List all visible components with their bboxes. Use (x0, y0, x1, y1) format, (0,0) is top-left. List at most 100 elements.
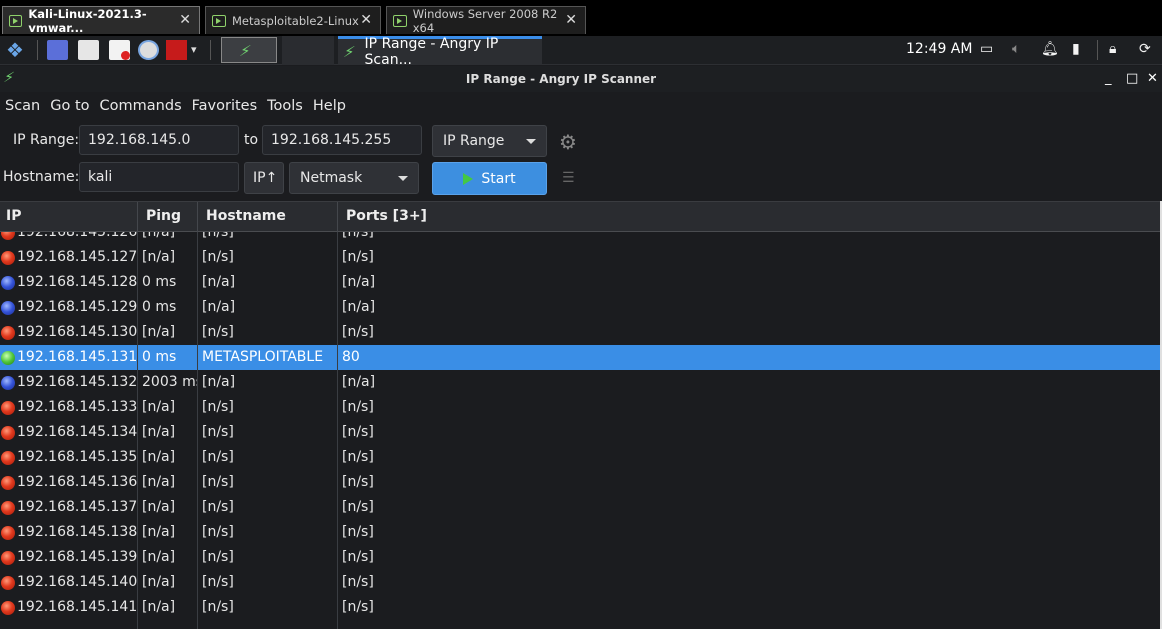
workspace-button[interactable]: ⚡ (221, 37, 277, 63)
cell-ip: 192.168.145.133 (17, 399, 137, 415)
cell-ping: [n/a] (142, 324, 176, 340)
menu-goto[interactable]: Go to (45, 94, 89, 120)
close-icon[interactable]: ✕ (360, 12, 372, 28)
table-row[interactable]: 192.168.145.127 [n/a] [n/s] [n/s] (0, 245, 1162, 270)
chevron-down-icon[interactable]: ▾ (191, 40, 201, 60)
menu-commands[interactable]: Commands (95, 94, 182, 120)
list-icon[interactable]: ☰ (562, 170, 575, 186)
table-row[interactable]: 192.168.145.131 0 ms METASPLOITABLE 80 (0, 345, 1162, 370)
battery-icon[interactable]: ▮ (1072, 41, 1080, 57)
lock-icon[interactable]: 🔒︎ (1109, 41, 1116, 57)
bell-icon[interactable]: 🔔︎ (1041, 41, 1059, 57)
cell-ports: [n/s] (342, 449, 374, 465)
status-red-icon (1, 426, 15, 440)
cell-hostname: METASPLOITABLE (202, 349, 324, 365)
cell-ip: 192.168.145.132 (17, 374, 137, 390)
table-row[interactable]: 192.168.145.138 [n/a] [n/s] [n/s] (0, 520, 1162, 545)
cell-ports: [n/s] (342, 574, 374, 590)
table-row[interactable]: 192.168.145.139 [n/a] [n/s] [n/s] (0, 545, 1162, 570)
column-header-ports[interactable]: Ports [3+] (346, 208, 427, 224)
ip-start-input[interactable]: 192.168.145.0 (79, 125, 239, 155)
cell-hostname: [n/s] (202, 324, 234, 340)
table-row[interactable]: 192.168.145.132 2003 ms [n/a] [n/a] (0, 370, 1162, 395)
maximize-button[interactable]: □ (1126, 71, 1138, 86)
menu-favorites[interactable]: Favorites (187, 94, 258, 120)
cell-ping: 2003 ms (142, 374, 197, 390)
vm-tab-metasploitable[interactable]: Metasploitable2-Linux ✕ (205, 6, 381, 34)
play-icon (463, 172, 474, 185)
cell-ip: 192.168.145.137 (17, 499, 137, 515)
file-manager-icon[interactable] (78, 40, 99, 60)
cell-hostname: [n/a] (202, 374, 236, 390)
cell-hostname: [n/a] (202, 299, 236, 315)
column-divider[interactable] (137, 202, 138, 232)
vm-tab-windows[interactable]: Windows Server 2008 R2 x64 ✕ (386, 6, 586, 35)
close-button[interactable]: ✕ (1147, 71, 1158, 86)
cell-ping: [n/a] (142, 549, 176, 565)
panel-separator (210, 40, 211, 60)
status-red-icon (1, 326, 15, 340)
table-row[interactable]: 192.168.145.128 0 ms [n/a] [n/a] (0, 270, 1162, 295)
cell-ping: [n/a] (142, 249, 176, 265)
web-browser-icon[interactable] (138, 40, 159, 60)
clock[interactable]: 12:49 AM (906, 41, 972, 57)
cell-ping: 0 ms (142, 299, 177, 315)
table-row[interactable]: 192.168.145.137 [n/a] [n/s] [n/s] (0, 495, 1162, 520)
table-row[interactable]: 192.168.145.130 [n/a] [n/s] [n/s] (0, 320, 1162, 345)
cell-ports: [n/s] (342, 324, 374, 340)
table-row[interactable]: 192.168.145.126 [n/a] [n/s] [n/s] (0, 232, 1162, 245)
table-row[interactable]: 192.168.145.134 [n/a] [n/s] [n/s] (0, 420, 1162, 445)
column-divider[interactable] (197, 202, 198, 232)
taskbar-window-label: IP Range - Angry IP Scan... (364, 36, 499, 68)
show-desktop-icon[interactable] (47, 40, 68, 60)
column-header-ping[interactable]: Ping (146, 208, 181, 224)
netmask-select[interactable]: Netmask (289, 162, 419, 194)
cell-ping: [n/a] (142, 232, 176, 240)
table-row[interactable]: 192.168.145.129 0 ms [n/a] [n/a] (0, 295, 1162, 320)
vm-tab-kali[interactable]: Kali-Linux-2021.3-vmwar... ✕ (2, 6, 200, 35)
taskbar-window-angry-ip[interactable]: ⚡ IP Range - Angry IP Scan... (338, 36, 542, 68)
status-red-icon (1, 526, 15, 540)
hostname-input[interactable]: kali (79, 162, 239, 192)
close-icon[interactable]: ✕ (179, 12, 191, 28)
menu-scan[interactable]: Scan (0, 94, 40, 120)
cell-ping: [n/a] (142, 574, 176, 590)
cell-hostname: [n/s] (202, 549, 234, 565)
cell-ping: [n/a] (142, 599, 176, 615)
cell-ping: [n/a] (142, 499, 176, 515)
kali-menu-icon[interactable]: ❖ (2, 38, 28, 62)
table-row[interactable]: 192.168.145.141 [n/a] [n/s] [n/s] (0, 595, 1162, 620)
text-editor-icon[interactable] (109, 40, 130, 60)
minimize-button[interactable]: _ (1105, 71, 1112, 86)
table-row[interactable]: 192.168.145.135 [n/a] [n/s] [n/s] (0, 445, 1162, 470)
status-red-icon (1, 476, 15, 490)
close-icon[interactable]: ✕ (565, 12, 577, 28)
display-icon[interactable]: ▭ (980, 41, 993, 57)
logout-icon[interactable]: ⟳ (1139, 41, 1151, 57)
volume-icon[interactable]: 🔈︎ (1012, 41, 1020, 57)
panel-separator (37, 40, 38, 60)
column-header-hostname[interactable]: Hostname (206, 208, 286, 224)
vm-tab-strip: Kali-Linux-2021.3-vmwar... ✕ Metasploita… (0, 0, 1162, 36)
column-header-ip[interactable]: IP (6, 208, 21, 224)
ip-end-input[interactable]: 192.168.145.255 (262, 125, 422, 155)
ip-up-button[interactable]: IP↑ (244, 162, 284, 194)
table-row[interactable]: 192.168.145.133 [n/a] [n/s] [n/s] (0, 395, 1162, 420)
status-blue-icon (1, 376, 15, 390)
table-row[interactable]: 192.168.145.140 [n/a] [n/s] [n/s] (0, 570, 1162, 595)
table-header: IP Ping Hostname Ports [3+] (0, 201, 1162, 232)
terminal-icon[interactable] (166, 40, 187, 60)
feeder-select-value: IP Range (443, 133, 505, 149)
start-button[interactable]: Start (432, 162, 547, 195)
column-divider[interactable] (337, 202, 338, 232)
menu-help[interactable]: Help (308, 94, 346, 120)
feeder-select[interactable]: IP Range (432, 125, 547, 157)
status-red-icon (1, 501, 15, 515)
cell-ping: [n/a] (142, 449, 176, 465)
table-row[interactable]: 192.168.145.136 [n/a] [n/s] [n/s] (0, 470, 1162, 495)
cell-ip: 192.168.145.129 (17, 299, 137, 315)
workspace-2-button[interactable] (282, 36, 334, 65)
menu-tools[interactable]: Tools (262, 94, 303, 120)
gear-icon[interactable]: ⚙ (559, 130, 577, 154)
ip-range-label: IP Range: (13, 132, 80, 148)
